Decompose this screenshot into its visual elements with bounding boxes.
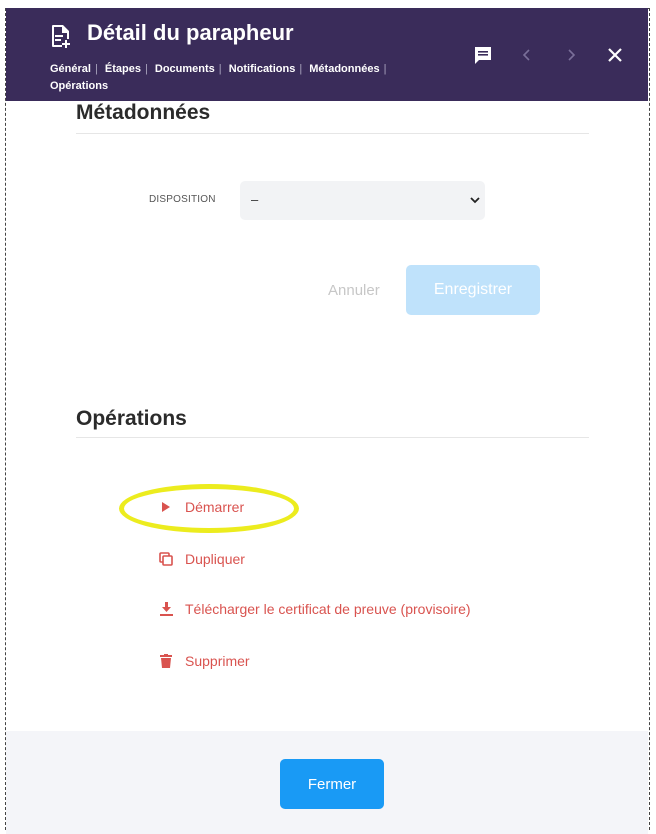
disposition-label: DISPOSITION <box>149 194 216 205</box>
chevron-right-icon <box>568 49 576 61</box>
comment-button[interactable] <box>472 44 494 66</box>
tab-metadonnees[interactable]: Métadonnées <box>309 63 379 75</box>
delete-operation-label: Supprimer <box>185 653 250 669</box>
tab-etapes[interactable]: Étapes <box>105 63 141 75</box>
document-add-icon <box>52 25 70 48</box>
tab-documents[interactable]: Documents <box>155 63 215 75</box>
chevron-left-icon <box>522 49 530 61</box>
panel-title: Détail du parapheur <box>87 20 294 45</box>
previous-button[interactable] <box>516 44 538 66</box>
save-button[interactable]: Enregistrer <box>406 265 540 315</box>
delete-operation[interactable]: Supprimer <box>158 653 250 669</box>
highlight-annotation <box>119 484 299 533</box>
close-panel-button[interactable] <box>604 44 626 66</box>
tab-operations[interactable]: Opérations <box>50 80 108 92</box>
duplicate-icon <box>158 551 174 567</box>
close-icon <box>608 48 622 62</box>
operations-divider <box>76 437 589 438</box>
download-icon <box>158 601 174 617</box>
duplicate-operation[interactable]: Dupliquer <box>158 551 245 567</box>
tab-bar: Général | Étapes | Documents | Notification… <box>50 63 387 92</box>
close-button[interactable]: Fermer <box>280 759 384 809</box>
panel-header: Détail du parapheur Général | Étapes | Doc… <box>6 8 648 101</box>
comment-icon <box>475 47 491 64</box>
cancel-button[interactable]: Annuler <box>328 282 380 299</box>
duplicate-operation-label: Dupliquer <box>185 551 245 567</box>
disposition-select[interactable]: – <box>240 181 485 220</box>
download-certificate-label: Télécharger le certificat de preuve (pro… <box>185 601 471 617</box>
metadata-divider <box>76 133 589 134</box>
metadata-section-title: Métadonnées <box>76 101 211 124</box>
operations-section-title: Opérations <box>76 407 187 430</box>
tab-general[interactable]: Général <box>50 63 91 75</box>
download-certificate-operation[interactable]: Télécharger le certificat de preuve (pro… <box>158 601 471 617</box>
next-button[interactable] <box>560 44 582 66</box>
disposition-select-value: – <box>251 192 259 207</box>
header-actions <box>472 44 626 66</box>
chevron-down-icon <box>470 197 480 204</box>
tab-notifications[interactable]: Notifications <box>229 63 296 75</box>
trash-icon <box>158 653 174 669</box>
